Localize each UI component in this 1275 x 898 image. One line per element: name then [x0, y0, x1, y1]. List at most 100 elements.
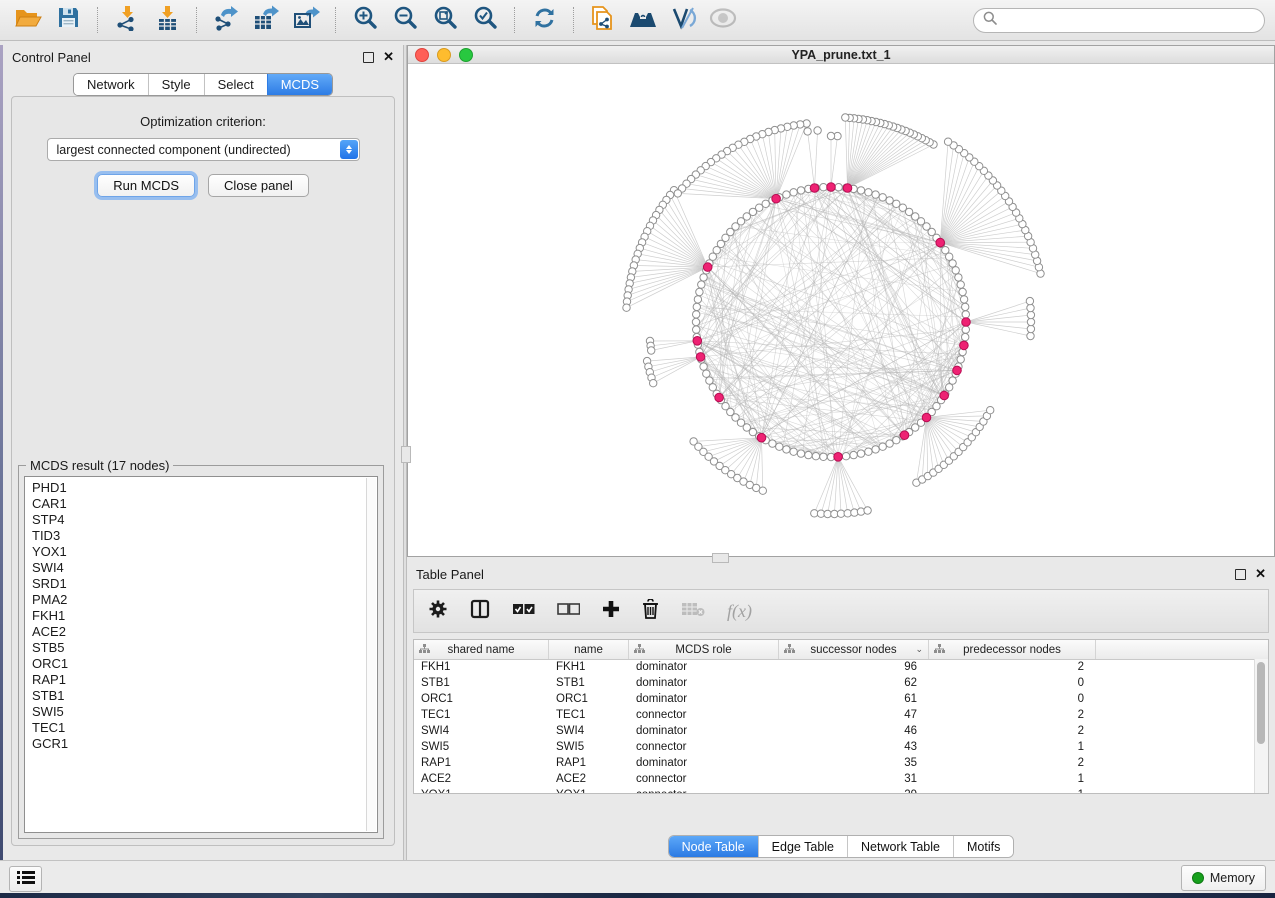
- graph-node[interactable]: [957, 356, 964, 363]
- clone-network-button[interactable]: [585, 4, 621, 36]
- graph-node[interactable]: [857, 450, 864, 457]
- list-scrollbar[interactable]: [366, 478, 376, 831]
- graph-node[interactable]: [797, 187, 804, 194]
- mcds-graph-node[interactable]: [962, 318, 971, 327]
- cell-name[interactable]: SWI4: [549, 724, 629, 740]
- mcds-node-item[interactable]: TEC1: [32, 720, 377, 736]
- graph-node[interactable]: [949, 377, 956, 384]
- cell-shared_name[interactable]: FKH1: [414, 660, 549, 676]
- graph-node[interactable]: [790, 448, 797, 455]
- graph-node[interactable]: [835, 184, 842, 191]
- delete-icon[interactable]: [642, 599, 659, 624]
- cell-predecessor_nodes[interactable]: 1: [929, 788, 1096, 794]
- cell-mcds_role[interactable]: dominator: [629, 692, 779, 708]
- cell-successor_nodes[interactable]: 31: [779, 772, 929, 788]
- export-table-button[interactable]: [248, 4, 284, 36]
- close-panel-icon[interactable]: ✕: [1255, 569, 1266, 579]
- mcds-graph-node[interactable]: [757, 433, 766, 442]
- graph-node[interactable]: [804, 128, 811, 135]
- mcds-node-item[interactable]: PMA2: [32, 592, 377, 608]
- graph-node[interactable]: [648, 347, 655, 354]
- graph-node[interactable]: [783, 191, 790, 198]
- table-scrollbar-thumb[interactable]: [1257, 662, 1265, 744]
- graph-node[interactable]: [1027, 325, 1034, 332]
- gear-icon[interactable]: [428, 599, 448, 624]
- tab-select[interactable]: Select: [204, 74, 267, 95]
- table-row[interactable]: SWI4SWI4dominator462: [414, 724, 1268, 740]
- graph-node[interactable]: [957, 281, 964, 288]
- tab-motifs[interactable]: Motifs: [953, 836, 1013, 857]
- export-network-button[interactable]: [208, 4, 244, 36]
- mcds-graph-node[interactable]: [715, 393, 724, 402]
- zoom-in-button[interactable]: [347, 4, 383, 36]
- mcds-graph-node[interactable]: [960, 341, 969, 350]
- graph-node[interactable]: [1027, 332, 1034, 339]
- table-row[interactable]: FKH1FKH1dominator962: [414, 660, 1268, 676]
- optimization-criterion-select[interactable]: largest connected component (undirected): [47, 138, 360, 161]
- mcds-graph-node[interactable]: [827, 183, 836, 192]
- cell-name[interactable]: STB1: [549, 676, 629, 692]
- eye-button[interactable]: [705, 4, 741, 36]
- mcds-node-item[interactable]: RAP1: [32, 672, 377, 688]
- show-panels-button[interactable]: [9, 866, 42, 892]
- graph-node[interactable]: [698, 281, 705, 288]
- binoculars-button[interactable]: [625, 4, 661, 36]
- cell-shared_name[interactable]: TEC1: [414, 708, 549, 724]
- graph-node[interactable]: [820, 453, 827, 460]
- graph-node[interactable]: [879, 443, 886, 450]
- table-row[interactable]: RAP1RAP1dominator352: [414, 756, 1268, 772]
- graph-node[interactable]: [886, 197, 893, 204]
- mcds-graph-node[interactable]: [834, 453, 843, 462]
- cell-mcds_role[interactable]: connector: [629, 708, 779, 724]
- cell-shared_name[interactable]: STB1: [414, 676, 549, 692]
- cell-successor_nodes[interactable]: 35: [779, 756, 929, 772]
- memory-button[interactable]: Memory: [1181, 865, 1266, 891]
- mcds-graph-node[interactable]: [900, 431, 909, 440]
- mcds-node-item[interactable]: YOX1: [32, 544, 377, 560]
- mcds-node-item[interactable]: STP4: [32, 512, 377, 528]
- mcds-graph-node[interactable]: [772, 194, 781, 203]
- add-icon[interactable]: [602, 600, 620, 623]
- tab-network[interactable]: Network: [74, 74, 148, 95]
- graph-node[interactable]: [955, 274, 962, 281]
- cell-name[interactable]: RAP1: [549, 756, 629, 772]
- import-table-button[interactable]: [149, 4, 185, 36]
- column-header-shared-name[interactable]: shared name: [414, 640, 549, 659]
- graph-node[interactable]: [820, 184, 827, 191]
- zoom-selected-button[interactable]: [467, 4, 503, 36]
- cell-mcds_role[interactable]: dominator: [629, 660, 779, 676]
- graph-node[interactable]: [842, 453, 849, 460]
- graph-node[interactable]: [865, 448, 872, 455]
- cell-name[interactable]: ACE2: [549, 772, 629, 788]
- mcds-node-item[interactable]: STB5: [32, 640, 377, 656]
- table-row[interactable]: ORC1ORC1dominator610: [414, 692, 1268, 708]
- cell-name[interactable]: TEC1: [549, 708, 629, 724]
- cell-predecessor_nodes[interactable]: 1: [929, 740, 1096, 756]
- cell-mcds_role[interactable]: connector: [629, 788, 779, 794]
- mcds-node-item[interactable]: ACE2: [32, 624, 377, 640]
- mcds-node-item[interactable]: PHD1: [32, 480, 377, 496]
- graph-node[interactable]: [1027, 304, 1034, 311]
- mcds-node-item[interactable]: SRD1: [32, 576, 377, 592]
- graph-node[interactable]: [1026, 297, 1033, 304]
- graph-node[interactable]: [693, 311, 700, 318]
- graph-node[interactable]: [783, 446, 790, 453]
- zoom-out-button[interactable]: [387, 4, 423, 36]
- save-session-button[interactable]: [50, 4, 86, 36]
- graph-node[interactable]: [694, 296, 701, 303]
- graph-node[interactable]: [703, 370, 710, 377]
- graph-node[interactable]: [857, 187, 864, 194]
- graph-node[interactable]: [865, 189, 872, 196]
- cell-successor_nodes[interactable]: 29: [779, 788, 929, 794]
- column-header-name[interactable]: name: [549, 640, 629, 659]
- graph-node[interactable]: [959, 288, 966, 295]
- graph-node[interactable]: [623, 304, 630, 311]
- graph-node[interactable]: [872, 191, 879, 198]
- hide-graphics-button[interactable]: [665, 4, 701, 36]
- close-panel-button[interactable]: Close panel: [208, 174, 309, 197]
- cell-name[interactable]: SWI5: [549, 740, 629, 756]
- mcds-node-item[interactable]: STB1: [32, 688, 377, 704]
- table-row[interactable]: YOX1YOX1connector291: [414, 788, 1268, 794]
- mcds-graph-node[interactable]: [953, 366, 962, 375]
- graph-node[interactable]: [814, 127, 821, 134]
